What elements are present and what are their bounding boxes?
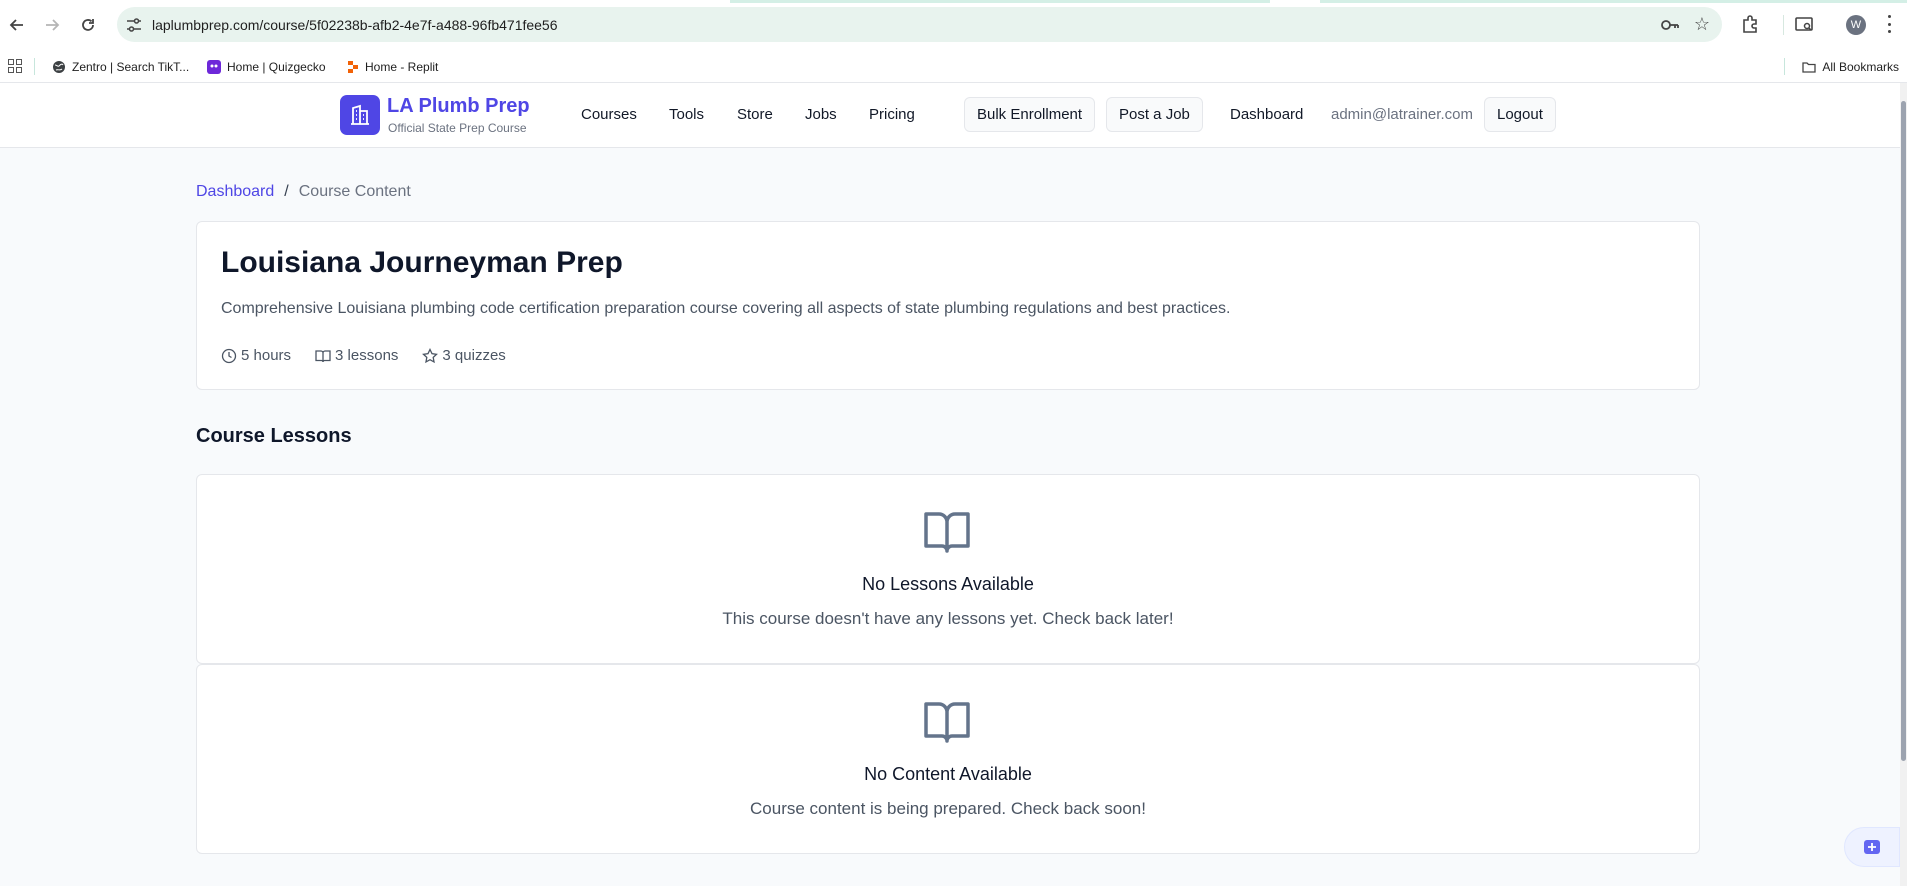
nav-courses[interactable]: Courses (581, 106, 637, 123)
profile-avatar[interactable]: W (1846, 15, 1866, 35)
toolbar-divider (1783, 15, 1784, 35)
assistant-icon (1864, 840, 1880, 854)
user-email: admin@latrainer.com (1331, 106, 1473, 123)
open-book-icon (924, 512, 970, 553)
floating-assistant-button[interactable] (1844, 827, 1900, 867)
nav-store[interactable]: Store (737, 106, 773, 123)
course-quiz-count: 3 quizzes (422, 347, 506, 364)
clock-icon (221, 348, 237, 363)
brand-tagline: Official State Prep Course (388, 121, 527, 135)
nav-dashboard[interactable]: Dashboard (1230, 106, 1303, 123)
url-text[interactable]: laplumbprep.com/course/5f02238b-afb2-4e7… (152, 17, 558, 33)
site-settings-icon[interactable] (125, 16, 143, 34)
bookmark-replit[interactable]: Home - Replit (345, 57, 438, 77)
nav-pricing[interactable]: Pricing (869, 106, 915, 123)
course-stats: 5 hours 3 lessons 3 quizzes (221, 347, 506, 364)
site-header: LA Plumb Prep Official State Prep Course… (0, 83, 1900, 148)
lessons-section-title: Course Lessons (196, 425, 352, 447)
nav-tools[interactable]: Tools (669, 106, 704, 123)
bookmark-zentro[interactable]: Zentro | Search TikT... (52, 57, 189, 77)
folder-icon (1802, 62, 1816, 73)
open-book-icon (924, 702, 970, 743)
all-bookmarks[interactable]: All Bookmarks (1802, 57, 1899, 77)
course-description: Comprehensive Louisiana plumbing code ce… (221, 300, 1231, 317)
no-content-title: No Content Available (864, 764, 1032, 784)
course-lesson-count: 3 lessons (315, 347, 398, 364)
password-key-icon[interactable] (1660, 16, 1680, 34)
quizgecko-icon (207, 60, 221, 74)
course-info-card: Louisiana Journeyman Prep Comprehensive … (196, 221, 1700, 390)
scrollbar-thumb[interactable] (1901, 101, 1906, 761)
address-bar[interactable]: laplumbprep.com/course/5f02238b-afb2-4e7… (117, 7, 1722, 42)
nav-jobs[interactable]: Jobs (805, 106, 837, 123)
no-lessons-title: No Lessons Available (862, 574, 1034, 594)
book-icon (315, 349, 331, 362)
no-lessons-message: This course doesn't have any lessons yet… (722, 609, 1174, 628)
logo-icon[interactable] (340, 95, 380, 135)
bookmarks-divider (1784, 58, 1785, 75)
no-content-card: No Content Available Course content is b… (196, 664, 1700, 854)
breadcrumb: Dashboard / Course Content (196, 183, 411, 201)
apps-grid-icon[interactable] (8, 59, 22, 73)
tab-strip-accent (0, 0, 1907, 3)
course-duration: 5 hours (221, 347, 291, 364)
brand-name[interactable]: LA Plumb Prep (387, 95, 530, 118)
bookmark-star-icon[interactable]: ☆ (1694, 14, 1710, 35)
forward-arrow-icon[interactable] (40, 13, 64, 37)
reload-icon[interactable] (76, 13, 100, 37)
post-job-button[interactable]: Post a Job (1106, 97, 1203, 132)
browser-menu-icon[interactable] (1888, 15, 1892, 33)
breadcrumb-current: Course Content (298, 183, 411, 200)
tab-search-icon[interactable] (1794, 14, 1814, 34)
page-scrollbar[interactable] (1900, 83, 1907, 886)
bookmark-quizgecko[interactable]: Home | Quizgecko (207, 57, 326, 77)
globe-icon (53, 61, 65, 73)
logout-button[interactable]: Logout (1484, 97, 1556, 132)
bookmarks-bar: Zentro | Search TikT... Home | Quizgecko… (0, 50, 1907, 83)
breadcrumb-separator: / (284, 183, 289, 200)
back-arrow-icon[interactable] (5, 13, 29, 37)
no-lessons-card: No Lessons Available This course doesn't… (196, 474, 1700, 664)
extensions-puzzle-icon[interactable] (1740, 14, 1760, 34)
star-icon (422, 347, 439, 363)
browser-toolbar: laplumbprep.com/course/5f02238b-afb2-4e7… (0, 0, 1907, 50)
bookmarks-divider (34, 58, 35, 75)
bulk-enrollment-button[interactable]: Bulk Enrollment (964, 97, 1096, 132)
course-title: Louisiana Journeyman Prep (221, 246, 623, 279)
no-content-message: Course content is being prepared. Check … (750, 799, 1146, 818)
replit-icon (348, 61, 358, 73)
breadcrumb-dashboard-link[interactable]: Dashboard (196, 183, 274, 201)
